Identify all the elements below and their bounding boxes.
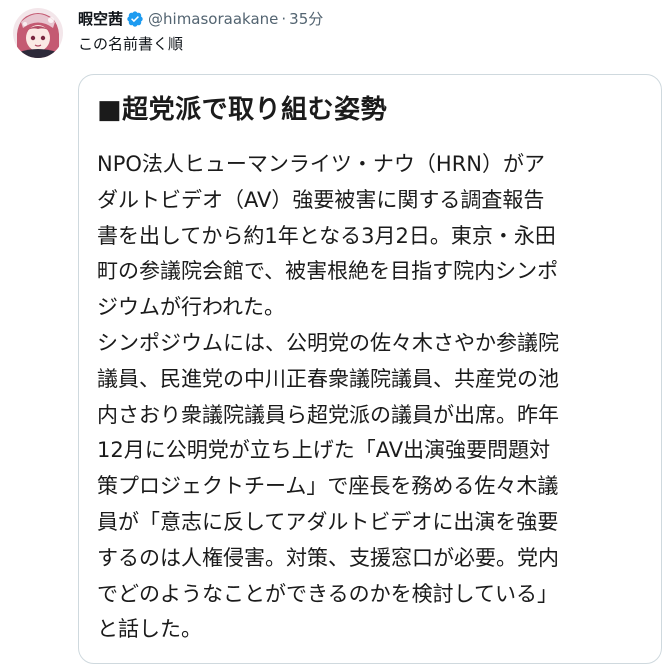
user-handle[interactable]: @himasoraakane bbox=[148, 8, 278, 30]
tweet-text: この名前書く順 bbox=[78, 35, 184, 53]
article-line: 12月に公明党が立ち上げた「AV出演強要問題対 bbox=[97, 438, 551, 463]
attached-image[interactable]: ■超党派で取り組む姿勢 NPO法人ヒューマンライツ・ナウ（HRN）がア ダルトビ… bbox=[78, 74, 662, 664]
article-line: 内さおり衆議院議員ら超党派の議員が出席。昨年 bbox=[97, 402, 559, 427]
tweet-header: 暇空茜 @himasoraakane · 35分 bbox=[78, 8, 323, 30]
article-line: ダルトビデオ（AV）強要被害に関する調査報告 bbox=[97, 187, 545, 212]
article-line: でどのようなことができるのかを検討している」 bbox=[97, 581, 558, 606]
display-name[interactable]: 暇空茜 bbox=[78, 8, 123, 30]
timestamp[interactable]: 35分 bbox=[289, 8, 323, 30]
article-line: ジウムが行われた。 bbox=[97, 295, 285, 320]
article-line: 員が「意志に反してアダルトビデオに出演を強要 bbox=[97, 509, 559, 534]
article-line: 町の参議院会館で、被害根絶を目指す院内シンポ bbox=[97, 259, 559, 284]
avatar-image bbox=[13, 8, 63, 58]
article-line: シンポジウムには、公明党の佐々木さやか参議院 bbox=[97, 330, 559, 355]
article-body: NPO法人ヒューマンライツ・ナウ（HRN）がア ダルトビデオ（AV）強要被害に関… bbox=[97, 147, 647, 648]
tweet: 暇空茜 @himasoraakane · 35分 この名前書く順 ■超党派で取り… bbox=[0, 0, 669, 669]
article-line: 議員、民進党の中川正春衆議院議員、共産党の池 bbox=[97, 366, 559, 391]
separator-dot: · bbox=[281, 10, 287, 28]
article-line: 策プロジェクトチーム」で座長を務める佐々木議 bbox=[97, 474, 559, 499]
article-line: と話した。 bbox=[97, 617, 202, 642]
verified-badge-icon bbox=[126, 10, 144, 28]
article-heading: ■超党派で取り組む姿勢 bbox=[97, 95, 388, 125]
avatar[interactable] bbox=[13, 8, 63, 58]
article-line: NPO法人ヒューマンライツ・ナウ（HRN）がア bbox=[97, 152, 545, 176]
article-line: するのは人権侵害。対策、支援窓口が必要。党内 bbox=[97, 545, 559, 570]
article-line: 書を出してから約1年となる3月2日。東京・永田 bbox=[97, 223, 556, 248]
